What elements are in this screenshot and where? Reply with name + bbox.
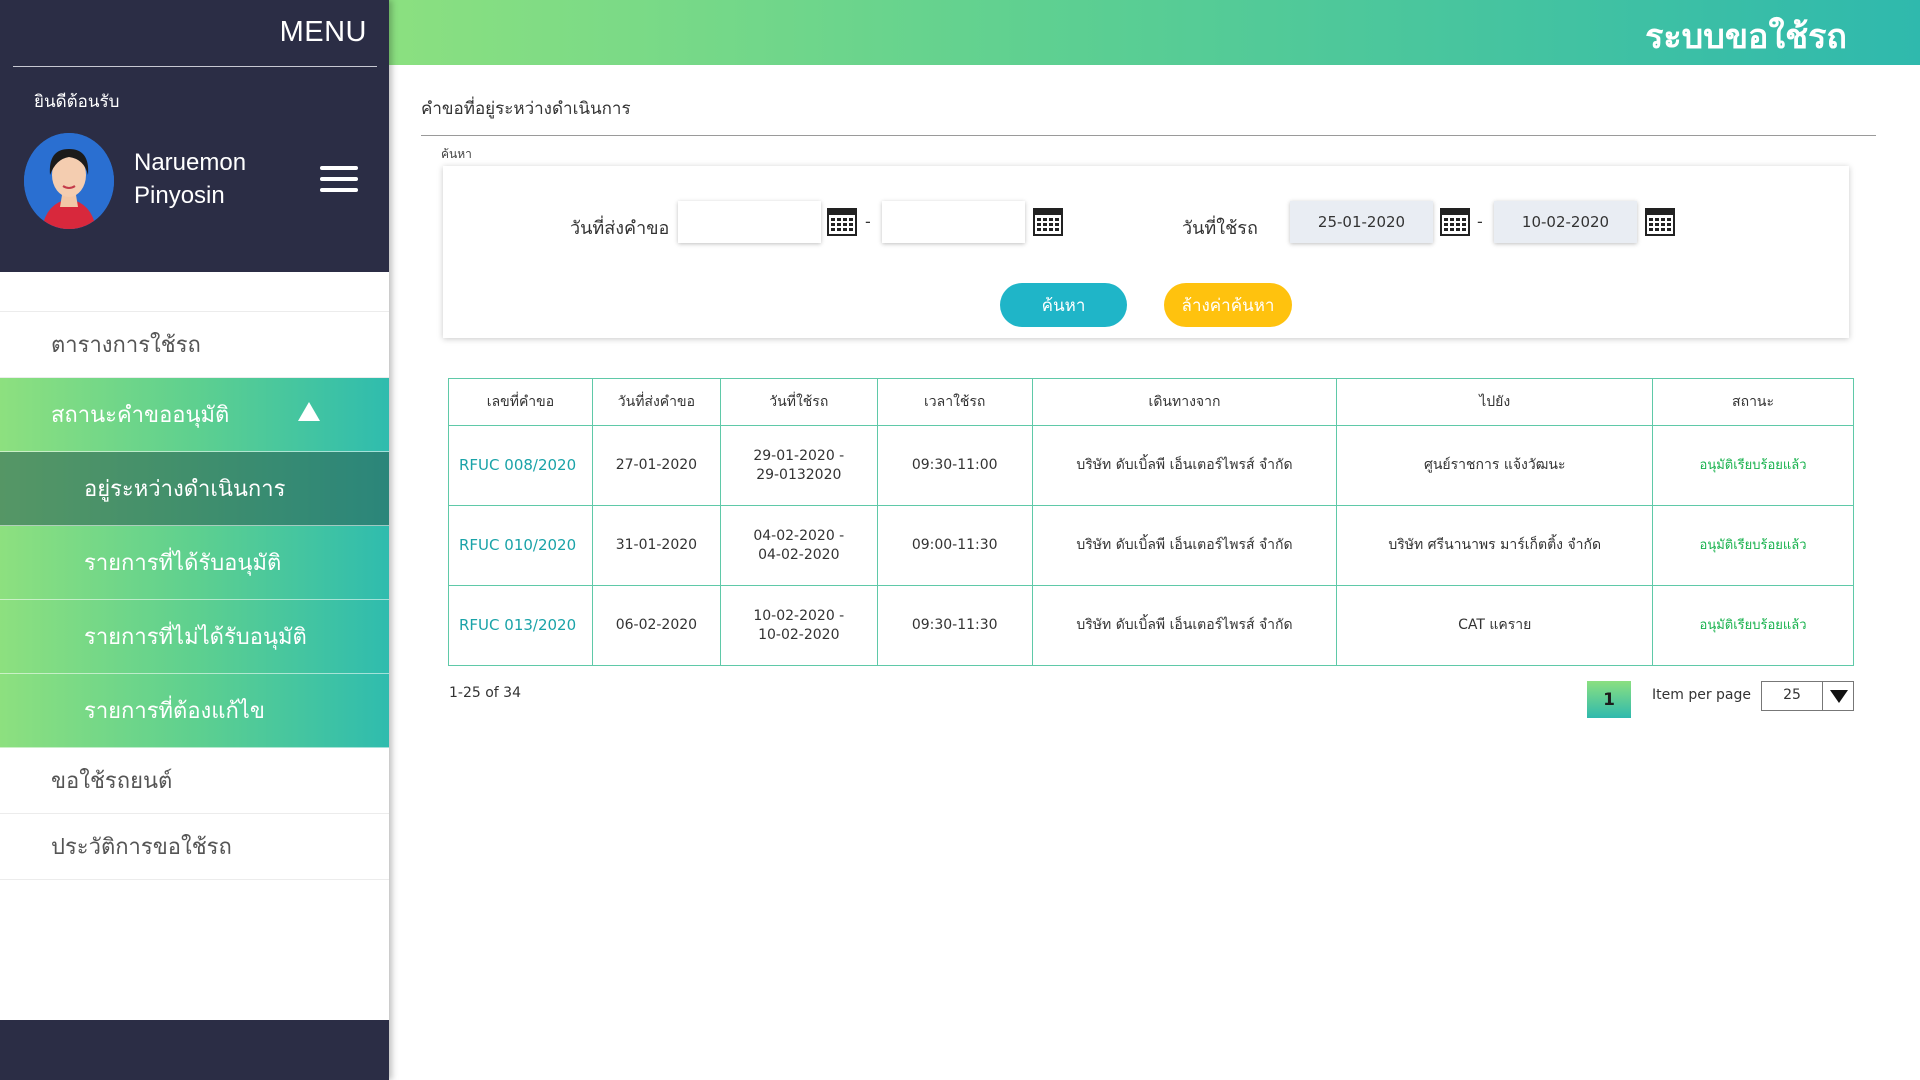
page-button-current[interactable]: 1: [1587, 681, 1631, 718]
request-date-to-input[interactable]: [882, 201, 1025, 243]
use-date-to-input[interactable]: [1494, 201, 1637, 243]
submit-date-cell: 27-01-2020: [591, 425, 721, 506]
sidebar-item-label: ตารางการใช้รถ: [51, 333, 201, 358]
divider: [13, 66, 377, 67]
time-cell: 09:30-11:00: [876, 425, 1033, 506]
origin-cell: บริษัท ดับเบิ้ลพี เอ็นเตอร์ไพรส์ จำกัด: [1031, 425, 1338, 506]
result-range: 1-25 of 34: [449, 685, 521, 701]
sidebar-item-schedule[interactable]: ตารางการใช้รถ: [0, 312, 389, 378]
submit-date-cell: 06-02-2020: [591, 585, 721, 666]
items-per-page-value: 25: [1783, 687, 1801, 703]
sidebar-item-label: รายการที่ไม่ได้รับอนุมัติ: [84, 625, 307, 650]
sidebar-item-needs-revision[interactable]: รายการที่ต้องแก้ไข: [0, 674, 389, 748]
page-title: คำขอที่อยู่ระหว่างดำเนินการ: [421, 99, 631, 119]
avatar-image: [24, 133, 114, 229]
clear-search-button[interactable]: ล้างค่าค้นหา: [1164, 283, 1292, 327]
date-range-dash: -: [865, 212, 871, 231]
caret-down-icon[interactable]: [1822, 682, 1853, 710]
welcome-text: ยินดีต้อนรับ: [34, 92, 120, 112]
app-header: ระบบขอใช้รถ: [389, 0, 1920, 65]
calendar-icon[interactable]: [1033, 206, 1063, 236]
user-last-name: Pinyosin: [134, 182, 225, 209]
avatar: [24, 133, 114, 229]
sidebar-item-in-progress[interactable]: อยู่ระหว่างดำเนินการ: [0, 452, 389, 526]
column-header[interactable]: เดินทางจาก: [1031, 378, 1338, 426]
destination-cell: ศูนย์ราชการ แจ้งวัฒนะ: [1336, 425, 1654, 506]
origin-cell: บริษัท ดับเบิ้ลพี เอ็นเตอร์ไพรส์ จำกัด: [1031, 585, 1338, 666]
sidebar-item-label: สถานะคำขออนุมัติ: [51, 403, 230, 428]
column-header[interactable]: ไปยัง: [1336, 378, 1654, 426]
use-date-start: 04-02-2020 -: [753, 527, 845, 544]
status-badge: อนุมัติเรียบร้อยแล้ว: [1652, 425, 1854, 506]
use-date-cell: 29-01-2020 - 29-0132020: [719, 425, 878, 506]
table-header-row: เลขที่คำขอ วันที่ส่งคำขอ วันที่ใช้รถ เวล…: [448, 378, 1854, 426]
search-panel: วันที่ส่งคำขอ - วันที่ใช้รถ -: [443, 166, 1849, 338]
column-header[interactable]: วันที่ใช้รถ: [719, 378, 878, 426]
column-header[interactable]: เลขที่คำขอ: [448, 378, 593, 426]
sidebar: MENU ยินดีต้อนรับ Naruemon Pinyosin ตารา…: [0, 0, 389, 1080]
use-date-cell: 04-02-2020 - 04-02-2020: [719, 505, 878, 586]
request-number-link[interactable]: RFUC 008/2020: [448, 425, 593, 506]
use-date-end: 04-02-2020: [758, 546, 840, 563]
user-first-name: Naruemon: [134, 149, 247, 176]
sidebar-item-approved[interactable]: รายการที่ได้รับอนุมัติ: [0, 526, 389, 600]
sidebar-item-request-car[interactable]: ขอใช้รถยนต์: [0, 748, 389, 814]
sidebar-item-rejected[interactable]: รายการที่ไม่ได้รับอนุมัติ: [0, 600, 389, 674]
column-header[interactable]: วันที่ส่งคำขอ: [591, 378, 721, 426]
search-button[interactable]: ค้นหา: [1000, 283, 1127, 327]
request-number-link[interactable]: RFUC 010/2020: [448, 505, 593, 586]
table-row: RFUC 010/2020 31-01-2020 04-02-2020 -04-…: [448, 505, 1854, 586]
sidebar-item-label: ขอใช้รถยนต์: [51, 769, 173, 794]
caret-up-icon[interactable]: [298, 402, 320, 421]
sidebar-footer: [0, 1020, 389, 1080]
origin-cell: บริษัท ดับเบิ้ลพี เอ็นเตอร์ไพรส์ จำกัด: [1031, 505, 1338, 586]
column-header[interactable]: สถานะ: [1652, 378, 1854, 426]
status-badge: อนุมัติเรียบร้อยแล้ว: [1652, 505, 1854, 586]
calendar-icon[interactable]: [1440, 206, 1470, 236]
destination-cell: บริษัท ศรีนานาพร มาร์เก็ตติ้ง จำกัด: [1336, 505, 1654, 586]
request-date-label: วันที่ส่งคำขอ: [570, 218, 670, 239]
sidebar-item-label: รายการที่ได้รับอนุมัติ: [84, 551, 282, 576]
request-date-from-input[interactable]: [678, 201, 821, 243]
sidebar-item-history[interactable]: ประวัติการขอใช้รถ: [0, 814, 389, 880]
items-per-page-label: Item per page: [1652, 687, 1751, 703]
calendar-icon[interactable]: [1645, 206, 1675, 236]
time-cell: 09:30-11:30: [876, 585, 1033, 666]
search-section-label: ค้นหา: [441, 147, 472, 161]
table-row: RFUC 008/2020 27-01-2020 29-01-2020 -29-…: [448, 425, 1854, 506]
use-date-start: 10-02-2020 -: [753, 607, 845, 624]
date-range-dash: -: [1477, 212, 1483, 231]
destination-cell: CAT แคราย: [1336, 585, 1654, 666]
divider: [421, 135, 1876, 136]
sidebar-item-label: รายการที่ต้องแก้ไข: [84, 699, 265, 724]
menu-title: MENU: [279, 16, 367, 48]
requests-table: เลขที่คำขอ วันที่ส่งคำขอ วันที่ใช้รถ เวล…: [448, 378, 1854, 666]
table-row: RFUC 013/2020 06-02-2020 10-02-2020 -10-…: [448, 585, 1854, 666]
use-date-end: 29-0132020: [756, 466, 842, 483]
request-number-link[interactable]: RFUC 013/2020: [448, 585, 593, 666]
hamburger-icon[interactable]: [320, 166, 358, 192]
sidebar-profile-panel: MENU ยินดีต้อนรับ Naruemon Pinyosin: [0, 0, 389, 272]
items-per-page-select[interactable]: 25: [1761, 681, 1854, 711]
nav-spacer: [0, 272, 389, 312]
sidebar-item-label: อยู่ระหว่างดำเนินการ: [84, 477, 286, 502]
calendar-icon[interactable]: [827, 206, 857, 236]
use-date-end: 10-02-2020: [758, 626, 840, 643]
use-date-from-input[interactable]: [1290, 201, 1433, 243]
use-date-label: วันที่ใช้รถ: [1182, 218, 1258, 239]
column-header[interactable]: เวลาใช้รถ: [876, 378, 1033, 426]
use-date-start: 29-01-2020 -: [753, 447, 845, 464]
submit-date-cell: 31-01-2020: [591, 505, 721, 586]
app-title: ระบบขอใช้รถ: [1645, 17, 1847, 57]
user-name: Naruemon Pinyosin: [134, 146, 294, 212]
sidebar-group-approval-status: สถานะคำขออนุมัติ อยู่ระหว่างดำเนินการ รา…: [0, 378, 389, 748]
sidebar-nav: ตารางการใช้รถ สถานะคำขออนุมัติ อยู่ระหว่…: [0, 272, 389, 880]
sidebar-item-label: ประวัติการขอใช้รถ: [51, 835, 232, 860]
status-badge: อนุมัติเรียบร้อยแล้ว: [1652, 585, 1854, 666]
sidebar-item-approval-status[interactable]: สถานะคำขออนุมัติ: [0, 378, 389, 452]
use-date-cell: 10-02-2020 - 10-02-2020: [719, 585, 878, 666]
time-cell: 09:00-11:30: [876, 505, 1033, 586]
